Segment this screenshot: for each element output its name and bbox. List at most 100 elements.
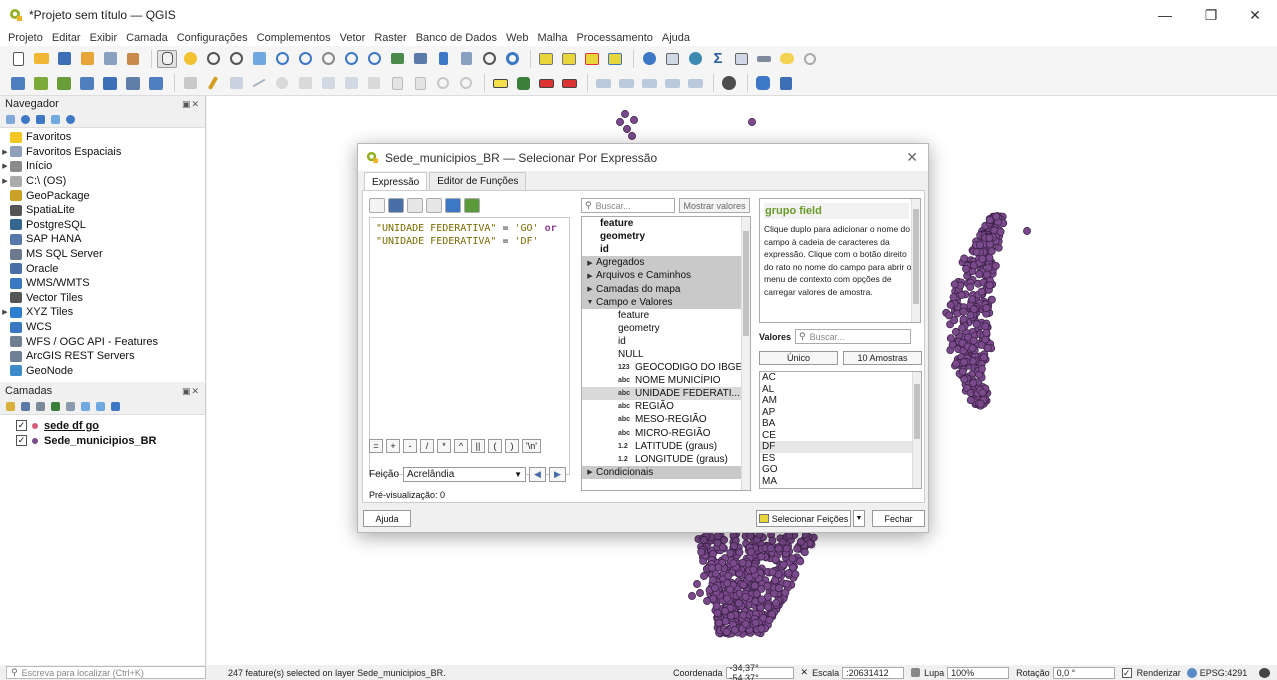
- menu-editar[interactable]: Editar: [52, 32, 81, 44]
- label-properties-icon[interactable]: [685, 74, 705, 92]
- field-calculator-icon[interactable]: [685, 50, 705, 68]
- expand-all-icon[interactable]: [81, 402, 90, 411]
- panel-float-close-icon[interactable]: ▣✕: [182, 99, 200, 110]
- expand-arrow-icon[interactable]: ▶: [584, 285, 596, 293]
- zoom-full-icon[interactable]: [249, 50, 269, 68]
- digitize-polygon-icon[interactable]: [295, 74, 315, 92]
- lock-scale-icon[interactable]: [911, 668, 921, 677]
- next-feature-button[interactable]: ▶: [549, 467, 567, 482]
- function-list-item[interactable]: abc MICRO-REGIÃO: [582, 427, 750, 440]
- add-vector-layer-icon[interactable]: [31, 74, 51, 92]
- import-expression-icon[interactable]: [445, 198, 461, 213]
- browser-item[interactable]: ▶ Favoritos Espaciais: [0, 145, 205, 160]
- copy-features-icon[interactable]: [387, 74, 407, 92]
- browser-item[interactable]: SpatiaLite: [0, 203, 205, 218]
- function-list-item[interactable]: ▼ Campo e Valores: [582, 295, 750, 309]
- menu-web[interactable]: Web: [506, 32, 528, 44]
- new-project-icon[interactable]: [8, 50, 28, 68]
- toggle-editing-icon[interactable]: [203, 74, 223, 92]
- new-shapefile-icon[interactable]: [77, 74, 97, 92]
- function-list-item[interactable]: feature: [582, 217, 750, 230]
- open-layer-styling-icon[interactable]: [6, 402, 15, 411]
- layer-labeling-icon[interactable]: [513, 74, 533, 92]
- locate-icon[interactable]: [800, 50, 820, 68]
- expand-arrow-icon[interactable]: ▶: [0, 177, 10, 185]
- values-list-scrollbar[interactable]: [912, 372, 921, 488]
- save-project-icon[interactable]: [54, 50, 74, 68]
- browser-item[interactable]: Vector Tiles: [0, 291, 205, 306]
- digitize-point-icon[interactable]: [272, 74, 292, 92]
- browser-item[interactable]: WFS / OGC API - Features: [0, 334, 205, 349]
- value-list-item[interactable]: MA: [760, 476, 921, 488]
- new-temp-layer-icon[interactable]: [100, 74, 120, 92]
- select-by-value-icon[interactable]: [559, 50, 579, 68]
- add-selected-layers-icon[interactable]: [6, 115, 15, 124]
- python-console-icon[interactable]: [753, 74, 773, 92]
- value-list-item[interactable]: GO: [760, 464, 921, 476]
- operator-button[interactable]: ||: [471, 439, 485, 453]
- function-list-item[interactable]: NULL: [582, 348, 750, 361]
- function-list-item[interactable]: 123 GEOCODIGO DO IBGE: [582, 361, 750, 374]
- browser-item[interactable]: WCS: [0, 320, 205, 335]
- value-list-item[interactable]: AC: [760, 372, 921, 384]
- current-edits-icon[interactable]: [180, 74, 200, 92]
- zoom-layer-icon[interactable]: [295, 50, 315, 68]
- select-mode-dropdown[interactable]: ▼: [853, 510, 865, 527]
- menu-exibir[interactable]: Exibir: [90, 32, 118, 44]
- operator-button[interactable]: -: [403, 439, 417, 453]
- close-button[interactable]: Fechar: [872, 510, 925, 527]
- menu-banco-de-dados[interactable]: Banco de Dados: [416, 32, 497, 44]
- tab-expressao[interactable]: Expressão: [364, 172, 428, 191]
- deselect-features-icon[interactable]: [582, 50, 602, 68]
- remove-layer-icon[interactable]: [111, 402, 120, 411]
- select-features-icon[interactable]: [536, 50, 556, 68]
- menu-vetor[interactable]: Vetor: [340, 32, 366, 44]
- change-label-icon[interactable]: [639, 74, 659, 92]
- function-list-item[interactable]: abc UNIDADE FEDERATI...: [582, 387, 750, 401]
- coordinate-field[interactable]: -34,37° -54,37°: [725, 663, 794, 680]
- rotate-label-icon[interactable]: [616, 74, 636, 92]
- function-list-item[interactable]: abc NOME MUNICÍPIO: [582, 374, 750, 387]
- open-table-icon[interactable]: [731, 50, 751, 68]
- select-location-icon[interactable]: [605, 50, 625, 68]
- undo-icon[interactable]: [433, 74, 453, 92]
- magnifier-field[interactable]: 100%: [947, 666, 1010, 679]
- filter-browser-icon[interactable]: [36, 115, 45, 124]
- new-bookmark-icon[interactable]: [433, 50, 453, 68]
- label-toolbar-icon[interactable]: [490, 74, 510, 92]
- expand-arrow-icon[interactable]: ▶: [0, 308, 10, 316]
- menu-malha[interactable]: Malha: [537, 32, 567, 44]
- add-mesh-layer-icon[interactable]: [146, 74, 166, 92]
- pan-to-selection-icon[interactable]: [180, 50, 200, 68]
- delete-selected-icon[interactable]: [341, 74, 361, 92]
- refresh-browser-icon[interactable]: [21, 115, 30, 124]
- show-values-button[interactable]: Mostrar valores: [679, 198, 750, 213]
- function-list-item[interactable]: ▶ Agregados: [582, 256, 750, 270]
- value-list-item[interactable]: AM: [760, 395, 921, 407]
- identify-features-icon[interactable]: [639, 50, 659, 68]
- filter-legend-icon[interactable]: [51, 402, 60, 411]
- function-list-item[interactable]: geometry: [582, 230, 750, 243]
- plugin-icon[interactable]: [719, 74, 739, 92]
- expand-arrow-icon[interactable]: ▶: [0, 148, 10, 156]
- menu-projeto[interactable]: Projeto: [8, 32, 43, 44]
- function-list-item[interactable]: 1.2 LONGITUDE (graus): [582, 453, 750, 466]
- function-list-item[interactable]: ▶ Camadas do mapa: [582, 282, 750, 296]
- messages-icon[interactable]: [1259, 667, 1271, 678]
- close-window-button[interactable]: ✕: [1232, 0, 1277, 30]
- browser-item[interactable]: PostgreSQL: [0, 218, 205, 233]
- previous-feature-button[interactable]: ◀: [529, 467, 547, 482]
- show-hide-labels-icon[interactable]: [662, 74, 682, 92]
- redo-icon[interactable]: [456, 74, 476, 92]
- zoom-out-icon[interactable]: [226, 50, 246, 68]
- zoom-in-icon[interactable]: [203, 50, 223, 68]
- expand-arrow-icon[interactable]: ▼: [584, 299, 596, 306]
- help-contents-icon[interactable]: [776, 74, 796, 92]
- help-button[interactable]: Ajuda: [363, 510, 411, 527]
- refresh-icon[interactable]: [502, 50, 522, 68]
- highlight-labels-icon[interactable]: [559, 74, 579, 92]
- pan-map-icon[interactable]: [157, 49, 177, 68]
- new-map-view-icon[interactable]: [387, 50, 407, 68]
- temporal-controller-icon[interactable]: [479, 50, 499, 68]
- pin-labels-icon[interactable]: [536, 74, 556, 92]
